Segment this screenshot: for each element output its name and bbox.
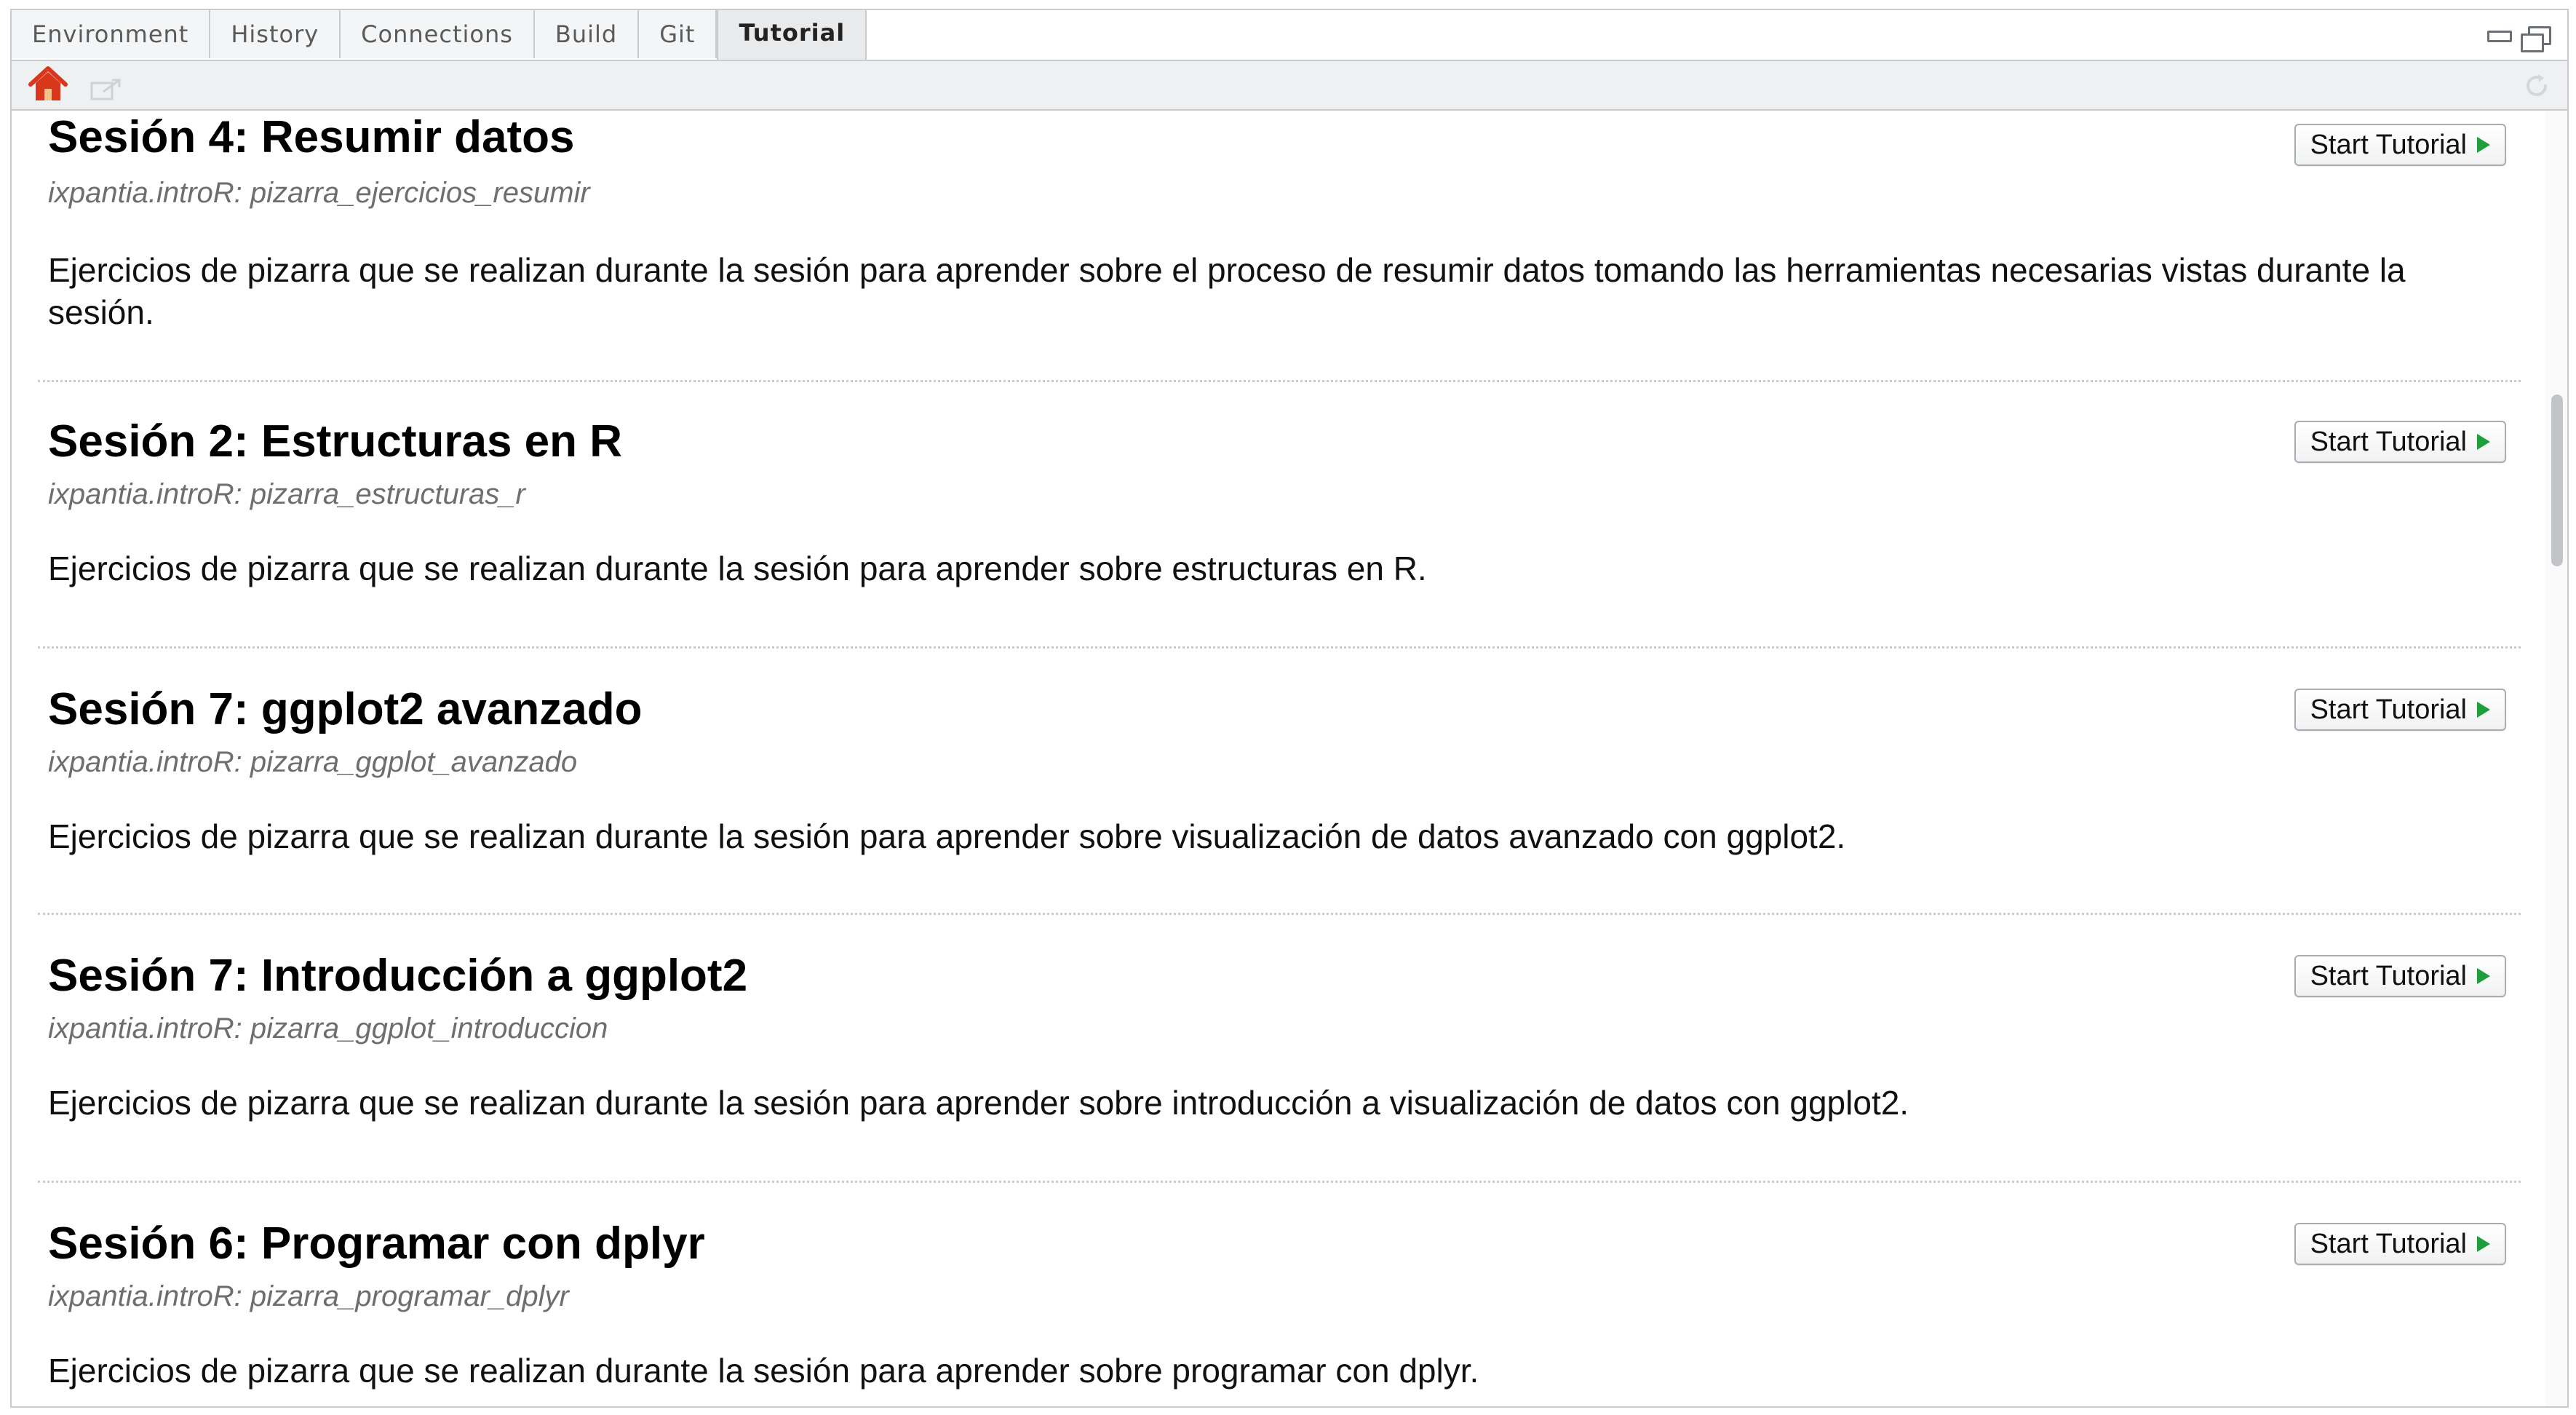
start-tutorial-button[interactable]: Start Tutorial — [2294, 1223, 2506, 1265]
start-tutorial-label: Start Tutorial — [2310, 426, 2467, 457]
tutorial-description: Ejercicios de pizarra que se realizan du… — [48, 1084, 1909, 1122]
scrollbar-thumb[interactable] — [2551, 395, 2563, 566]
pane-window-controls — [2486, 26, 2551, 52]
tutorial-description: Ejercicios de pizarra que se realizan du… — [48, 817, 1846, 855]
tutorial-package: ixpantia.introR: pizarra_estructuras_r — [48, 478, 525, 510]
tutorial-package: ixpantia.introR: pizarra_programar_dplyr — [48, 1280, 569, 1312]
item-separator — [38, 913, 2521, 915]
start-tutorial-label: Start Tutorial — [2310, 1228, 2467, 1259]
tutorial-package: ixpantia.introR: pizarra_ggplot_avanzado — [48, 746, 578, 778]
tab-connections[interactable]: Connections — [341, 10, 535, 58]
refresh-icon — [2527, 74, 2547, 96]
tutorial-title: Sesión 7: Introducción a ggplot2 — [48, 951, 748, 1001]
start-tutorial-label: Start Tutorial — [2310, 694, 2467, 725]
tutorial-description: Ejercicios de pizarra que se realizan du… — [48, 550, 1427, 587]
play-icon — [2477, 434, 2490, 450]
popout-icon — [90, 79, 121, 100]
home-icon[interactable] — [28, 66, 68, 103]
item-separator — [38, 646, 2521, 649]
vertical-scrollbar[interactable] — [2545, 111, 2567, 1406]
tutorial-description: Ejercicios de pizarra que se realizan du… — [48, 251, 2406, 331]
start-tutorial-button[interactable]: Start Tutorial — [2294, 124, 2506, 166]
play-icon — [2477, 968, 2490, 984]
tutorial-item: Sesión 6: Programar con dplyr ixpantia.i… — [38, 1217, 2527, 1406]
play-icon — [2477, 702, 2490, 718]
start-tutorial-button[interactable]: Start Tutorial — [2294, 421, 2506, 463]
tutorial-item: Sesión 2: Estructuras en R ixpantia.intr… — [38, 415, 2527, 604]
start-tutorial-button[interactable]: Start Tutorial — [2294, 955, 2506, 997]
start-tutorial-label: Start Tutorial — [2310, 129, 2467, 160]
item-separator — [38, 380, 2521, 382]
tutorial-package: ixpantia.introR: pizarra_ggplot_introduc… — [48, 1012, 608, 1045]
pane-tab-bar: Environment History Connections Build Gi… — [12, 10, 2567, 61]
tutorial-title: Sesión 6: Programar con dplyr — [48, 1218, 705, 1269]
tutorial-title: Sesión 4: Resumir datos — [48, 112, 575, 162]
tab-list: Environment History Connections Build Gi… — [12, 10, 867, 60]
tutorial-toolbar — [12, 61, 2567, 111]
tab-tutorial[interactable]: Tutorial — [717, 10, 867, 60]
tutorial-item: Sesión 7: Introducción a ggplot2 ixpanti… — [38, 949, 2527, 1138]
tutorial-package: ixpantia.introR: pizarra_ejercicios_resu… — [48, 177, 590, 209]
maximize-icon[interactable] — [2521, 26, 2551, 52]
tab-git[interactable]: Git — [639, 10, 717, 58]
tab-build[interactable]: Build — [534, 10, 640, 58]
tab-history[interactable]: History — [210, 10, 341, 58]
tutorial-title: Sesión 2: Estructuras en R — [48, 416, 623, 467]
minimize-icon[interactable] — [2486, 26, 2513, 44]
play-icon — [2477, 137, 2490, 153]
start-tutorial-button[interactable]: Start Tutorial — [2294, 689, 2506, 731]
tutorial-item: Sesión 7: ggplot2 avanzado ixpantia.intr… — [38, 683, 2527, 872]
tutorial-description: Ejercicios de pizarra que se realizan du… — [48, 1352, 1479, 1390]
tutorial-item: Sesión 4: Resumir datos ixpantia.introR:… — [38, 112, 2527, 333]
tab-environment[interactable]: Environment — [12, 10, 211, 58]
item-separator — [38, 1181, 2521, 1183]
start-tutorial-label: Start Tutorial — [2310, 960, 2467, 991]
play-icon — [2477, 1236, 2490, 1252]
tutorial-title: Sesión 7: ggplot2 avanzado — [48, 684, 643, 734]
tutorial-list: Sesión 4: Resumir datos ixpantia.introR:… — [12, 111, 2567, 1406]
tutorial-pane: Environment History Connections Build Gi… — [10, 9, 2569, 1408]
